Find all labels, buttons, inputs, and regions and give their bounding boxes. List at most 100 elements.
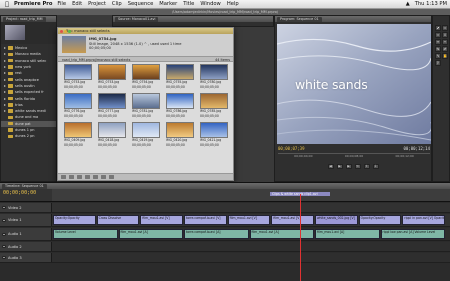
menu-edit[interactable]: Edit [72,1,82,7]
disclosure-triangle-icon[interactable] [4,47,6,50]
rate-stretch-tool-icon[interactable]: ↔ [435,39,441,45]
minimize-icon[interactable] [64,29,67,33]
menu-title[interactable]: Title [183,1,194,7]
disclosure-triangle-icon[interactable] [4,110,6,113]
clip-thumbnail[interactable] [132,122,160,138]
rolling-edit-tool-icon[interactable]: ⇕ [442,32,448,38]
eye-icon[interactable] [2,206,6,209]
menu-file[interactable]: File [57,1,66,7]
timeline-clip[interactable]: Opacity:Opacity [53,215,96,225]
clip-thumbnail[interactable] [200,122,228,138]
clip-thumbnail[interactable] [98,93,126,109]
speaker-icon[interactable] [2,232,6,236]
app-menu[interactable]: Premiere Pro [14,1,52,7]
bin-item[interactable]: dunes 2 pn [1,133,56,139]
bin-thumbnail-item[interactable]: IMG_0780.jpg 00;00;05;00 [197,64,231,89]
program-current-timecode[interactable]: 00;00;07;39 [278,146,305,152]
slide-tool-icon[interactable]: ⇄ [442,46,448,52]
clip-thumbnail[interactable] [64,64,92,80]
step-back-button[interactable]: ◀ [327,163,334,169]
tab-program[interactable]: Program: Sequence 01 [277,17,322,22]
bin-thumbnail-item[interactable]: IMG_0753.jpg 00;00;05;00 [61,64,95,89]
loop-button[interactable]: ↻ [354,163,361,169]
track-header[interactable]: Audio 1 [0,228,52,240]
timeline-timecode[interactable]: 00;00;00;00 [3,190,36,196]
timeline-clip[interactable]: film_mou1.avi [V] [140,215,183,225]
track-header[interactable]: Audio 3 [0,253,52,262]
bin-thumbnail-item[interactable]: IMG_0753.jpg 00;00;05;00 [95,64,129,89]
zoom-tool-icon[interactable]: ⚲ [435,60,441,66]
clip-thumbnail[interactable] [166,64,194,80]
hand-tool-icon[interactable]: ✋ [442,53,448,59]
clip-thumbnail[interactable] [132,64,160,80]
timeline-track[interactable]: Audio 2 [0,242,450,252]
disclosure-triangle-icon[interactable] [4,59,6,62]
extract-button[interactable]: ⇩ [372,163,379,169]
list-view-icon[interactable] [61,175,66,179]
menu-help[interactable]: Help [227,1,239,7]
bin-thumbnail-item[interactable]: IMG_0781.jpg 00;00;05;00 [129,93,163,118]
bin-thumbnail-item[interactable]: IMG_0786.jpg 00;00;05;00 [163,93,197,118]
bin-thumbnail-item[interactable]: IMG_0785.jpg 00;00;05;00 [197,93,231,118]
timeline-track[interactable]: Video 2 [0,203,450,213]
volume-icon[interactable]: ▲ [406,1,410,7]
disclosure-triangle-icon[interactable] [4,66,6,69]
slip-tool-icon[interactable]: ⇆ [435,46,441,52]
menu-window[interactable]: Window [200,1,220,7]
menu-marker[interactable]: Marker [159,1,177,7]
disclosure-triangle-icon[interactable] [4,84,6,87]
disclosure-triangle-icon[interactable] [4,72,6,75]
bin-thumbnail-item[interactable]: IMG_0418.jpg 00;00;05;00 [95,122,129,147]
timeline-clip[interactable]: film_mou1.avi [A] [118,229,183,239]
clip-thumbnail[interactable] [166,122,194,138]
menu-clip[interactable]: Clip [112,1,122,7]
razor-tool-icon[interactable]: ✂ [442,39,448,45]
bin-thumbnail-item[interactable]: IMG_0776.jpg 00;00;05;00 [61,93,95,118]
disclosure-triangle-icon[interactable] [4,103,6,106]
disclosure-triangle-icon[interactable] [4,53,6,56]
timeline-track[interactable]: Video 1 Opacity:Opacity Cross Dissolve film… [0,214,450,227]
disclosure-triangle-icon[interactable] [4,97,6,100]
timeline-clip[interactable]: film_mou1.avi [A] [249,229,314,239]
selected-clip-preview[interactable] [62,36,86,53]
timeline-clip[interactable]: film_mou1.avi [A] [315,229,380,239]
time-ruler[interactable]: Clips & white sands clip1.avi [52,189,450,201]
bin-thumbnail-item[interactable]: IMG_0777.jpg 00;00;05;00 [95,93,129,118]
timeline-track[interactable]: Audio 1 Volume Level film_mou1.avi [A] torr… [0,228,450,241]
bin-thumbnail-item[interactable]: IMG_0421.jpg 00;00;05;00 [197,122,231,147]
disclosure-triangle-icon[interactable] [4,78,6,81]
clip-thumbnail[interactable] [200,64,228,80]
clip-thumbnail[interactable] [98,122,126,138]
disclosure-triangle-icon[interactable] [4,91,6,94]
bin-thumbnail-item[interactable]: IMG_0419.jpg 00;00;05;00 [129,122,163,147]
ripple-edit-tool-icon[interactable]: ⇔ [435,32,441,38]
bin-thumbnail-item[interactable]: IMG_0420.jpg 00;00;05;00 [163,122,197,147]
track-select-tool-icon[interactable]: ⇨ [442,25,448,31]
track-header[interactable]: Video 2 [0,203,52,212]
close-icon[interactable] [60,29,63,33]
menu-sequence[interactable]: Sequence [128,1,154,7]
playhead[interactable] [300,194,301,281]
new-bin-icon[interactable] [93,175,98,179]
clip-thumbnail[interactable] [64,122,92,138]
timeline-clip[interactable]: torre.campaf.lo.avi [A] [184,229,249,239]
clip-thumbnail[interactable] [166,93,194,109]
play-button[interactable]: ▶ [336,163,343,169]
tab-source[interactable]: Source: Monaco01.avi [115,17,159,22]
timeline-track[interactable]: Audio 3 [0,253,450,263]
track-header[interactable]: Video 1 [0,214,52,226]
selection-tool-icon[interactable]: ⬈ [435,25,441,31]
track-header[interactable]: Audio 2 [0,242,52,251]
apple-icon[interactable]:  [3,1,11,8]
clip-thumbnail[interactable] [64,93,92,109]
timeline-clip[interactable]: film_mou1.avi [V] [227,215,271,225]
step-forward-button[interactable]: ▶ [345,163,352,169]
speaker-icon[interactable] [2,256,6,259]
clear-icon[interactable] [109,175,114,179]
eye-icon[interactable] [2,218,6,222]
clip-thumbnail[interactable] [132,93,160,109]
bin-thumbnail-item[interactable]: IMG_0755.jpg 00;00;05;00 [163,64,197,89]
bin-thumbnail-item[interactable]: IMG_0754.jpg 00;00;05;00 [129,64,163,89]
clip-thumbnail[interactable] [200,93,228,109]
find-icon[interactable] [85,175,90,179]
